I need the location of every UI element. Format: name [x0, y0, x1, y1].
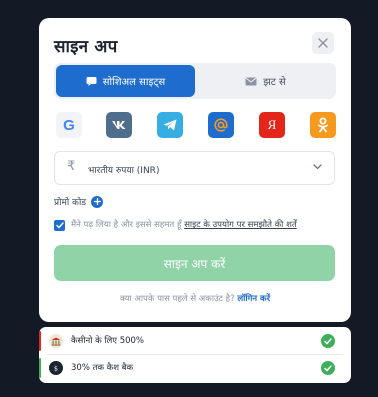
login-prompt: क्या आपके पास पहले से अकाउंट है? लॉगिन क…: [39, 293, 351, 304]
signup-method-tabs: सोशिअल साइट्स झट से: [54, 63, 336, 99]
google-button[interactable]: G: [56, 112, 82, 138]
plus-icon[interactable]: [91, 195, 104, 208]
terms-text: मैंने पढ़ लिया है और इससे सहमत हूँ साइट …: [71, 219, 297, 231]
login-prompt-text: क्या आपके पास पहले से अकाउंट है?: [119, 294, 235, 304]
telegram-button[interactable]: [157, 112, 183, 138]
currency-value: भारतीय रुपया (INR): [88, 166, 160, 176]
bonus-cashback-text: 30% तक कैश बैक: [71, 363, 134, 373]
chat-bubble-icon: [86, 76, 97, 86]
terms-link[interactable]: साइट के उपयोग पर समझौते की शर्तें: [184, 220, 297, 230]
yandex-icon: Я: [267, 117, 277, 132]
promo-code-label: प्रोमो कोड: [54, 198, 87, 208]
signup-button[interactable]: साइन अप करें: [54, 245, 335, 281]
bonus-accent: [39, 358, 41, 378]
odnoklassniki-button[interactable]: [310, 112, 336, 138]
yandex-button[interactable]: Я: [259, 112, 285, 138]
telegram-icon: [163, 119, 177, 131]
check-circle-icon: [321, 334, 335, 348]
close-icon: [318, 38, 328, 48]
close-button[interactable]: [312, 32, 334, 54]
page-title: साइन अप: [54, 37, 118, 57]
login-link[interactable]: लॉगिन करें: [237, 294, 270, 304]
currency-select[interactable]: ₹ भारतीय रुपया (INR): [54, 151, 335, 185]
tab-social-sites-label: सोशिअल साइट्स: [102, 77, 166, 88]
tab-quick-label: झट से: [263, 77, 286, 88]
bonus-accent: [39, 331, 41, 351]
google-icon: G: [63, 116, 75, 134]
bonus-cashback[interactable]: $ 30% तक कैश बैक: [39, 356, 351, 380]
odnoklassniki-icon: [318, 117, 328, 133]
rupee-icon: ₹: [67, 159, 76, 174]
mailru-button[interactable]: [208, 112, 234, 138]
divider: [47, 354, 343, 355]
vk-icon: [112, 121, 126, 129]
check-circle-icon: [321, 361, 335, 375]
terms-checkbox[interactable]: [54, 220, 65, 231]
social-login-row: G Я: [56, 112, 336, 138]
envelope-icon: [245, 77, 257, 85]
bonus-panel: कैसीनो के लिए 500% $ 30% तक कैश बैक: [39, 327, 351, 383]
promo-code-toggle[interactable]: प्रोमो कोड: [54, 195, 104, 208]
chevron-down-icon: [313, 164, 322, 170]
tab-social-sites[interactable]: सोशिअल साइट्स: [56, 65, 195, 97]
terms-agreement: मैंने पढ़ लिया है और इससे सहमत हूँ साइट …: [54, 219, 339, 231]
checkmark-icon: [55, 222, 64, 229]
cashback-icon: $: [49, 361, 63, 375]
bonus-casino-text: कैसीनो के लिए 500%: [71, 336, 144, 346]
svg-text:$: $: [54, 364, 58, 372]
bonus-casino[interactable]: कैसीनो के लिए 500%: [39, 329, 351, 353]
casino-icon: [49, 334, 63, 348]
terms-prefix: मैंने पढ़ लिया है और इससे सहमत हूँ: [71, 220, 185, 230]
vk-button[interactable]: [106, 112, 132, 138]
signup-modal: साइन अप सोशिअल साइट्स झट से G Я ₹ भारतीय…: [39, 18, 351, 322]
tab-quick[interactable]: झट से: [197, 65, 334, 97]
at-sign-icon: [214, 118, 228, 132]
